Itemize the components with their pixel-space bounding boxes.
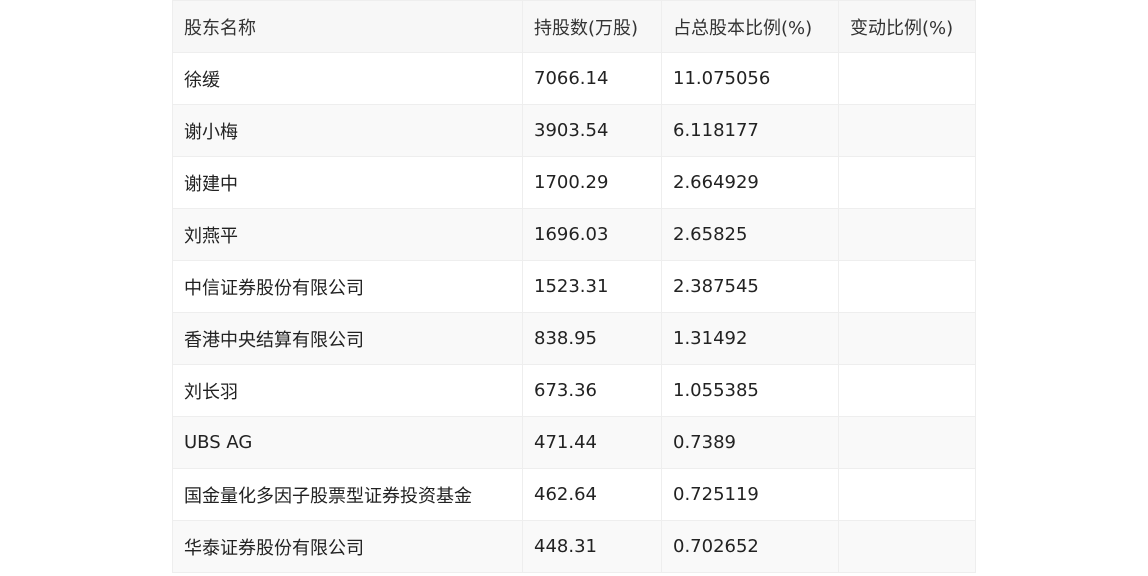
cell-shareholder-name: 谢小梅 — [172, 104, 523, 157]
table-row: 谢建中 1700.29 2.664929 — [172, 156, 976, 209]
table-row: 谢小梅 3903.54 6.118177 — [172, 104, 976, 157]
shareholders-table-container: 股东名称 持股数(万股) 占总股本比例(%) 变动比例(%) 徐缓 7066.1… — [172, 0, 976, 573]
cell-shareholder-name: 徐缓 — [172, 52, 523, 105]
cell-shareholder-name: 中信证券股份有限公司 — [172, 260, 523, 313]
cell-change-ratio — [838, 364, 976, 417]
cell-shares-held: 1523.31 — [522, 260, 662, 313]
cell-share-ratio: 1.055385 — [661, 364, 839, 417]
shareholders-table: 股东名称 持股数(万股) 占总股本比例(%) 变动比例(%) 徐缓 7066.1… — [172, 0, 976, 573]
cell-change-ratio — [838, 468, 976, 521]
table-row: 刘燕平 1696.03 2.65825 — [172, 208, 976, 261]
cell-shareholder-name: 谢建中 — [172, 156, 523, 209]
table-header-row: 股东名称 持股数(万股) 占总股本比例(%) 变动比例(%) — [172, 0, 976, 53]
cell-change-ratio — [838, 208, 976, 261]
cell-shareholder-name: 刘长羽 — [172, 364, 523, 417]
cell-change-ratio — [838, 52, 976, 105]
cell-shareholder-name: UBS AG — [172, 416, 523, 469]
table-row: 徐缓 7066.14 11.075056 — [172, 52, 976, 105]
cell-change-ratio — [838, 260, 976, 313]
cell-share-ratio: 0.702652 — [661, 520, 839, 573]
header-shares-held: 持股数(万股) — [522, 0, 662, 53]
cell-shares-held: 3903.54 — [522, 104, 662, 157]
header-share-ratio: 占总股本比例(%) — [661, 0, 839, 53]
cell-share-ratio: 0.7389 — [661, 416, 839, 469]
cell-shareholder-name: 华泰证券股份有限公司 — [172, 520, 523, 573]
cell-shares-held: 1700.29 — [522, 156, 662, 209]
table-row: 华泰证券股份有限公司 448.31 0.702652 — [172, 520, 976, 573]
table-row: 中信证券股份有限公司 1523.31 2.387545 — [172, 260, 976, 313]
table-row: 香港中央结算有限公司 838.95 1.31492 — [172, 312, 976, 365]
cell-shares-held: 1696.03 — [522, 208, 662, 261]
cell-share-ratio: 0.725119 — [661, 468, 839, 521]
table-row: 国金量化多因子股票型证券投资基金 462.64 0.725119 — [172, 468, 976, 521]
cell-shareholder-name: 刘燕平 — [172, 208, 523, 261]
cell-share-ratio: 6.118177 — [661, 104, 839, 157]
cell-shares-held: 7066.14 — [522, 52, 662, 105]
header-change-ratio: 变动比例(%) — [838, 0, 976, 53]
cell-change-ratio — [838, 104, 976, 157]
cell-change-ratio — [838, 520, 976, 573]
cell-shareholder-name: 国金量化多因子股票型证券投资基金 — [172, 468, 523, 521]
cell-change-ratio — [838, 312, 976, 365]
table-row: 刘长羽 673.36 1.055385 — [172, 364, 976, 417]
cell-shares-held: 471.44 — [522, 416, 662, 469]
cell-shares-held: 448.31 — [522, 520, 662, 573]
table-row: UBS AG 471.44 0.7389 — [172, 416, 976, 469]
cell-shares-held: 462.64 — [522, 468, 662, 521]
cell-shares-held: 673.36 — [522, 364, 662, 417]
cell-change-ratio — [838, 416, 976, 469]
cell-shares-held: 838.95 — [522, 312, 662, 365]
cell-share-ratio: 2.664929 — [661, 156, 839, 209]
cell-share-ratio: 2.65825 — [661, 208, 839, 261]
cell-share-ratio: 11.075056 — [661, 52, 839, 105]
cell-shareholder-name: 香港中央结算有限公司 — [172, 312, 523, 365]
cell-share-ratio: 2.387545 — [661, 260, 839, 313]
header-shareholder-name: 股东名称 — [172, 0, 523, 53]
cell-share-ratio: 1.31492 — [661, 312, 839, 365]
cell-change-ratio — [838, 156, 976, 209]
